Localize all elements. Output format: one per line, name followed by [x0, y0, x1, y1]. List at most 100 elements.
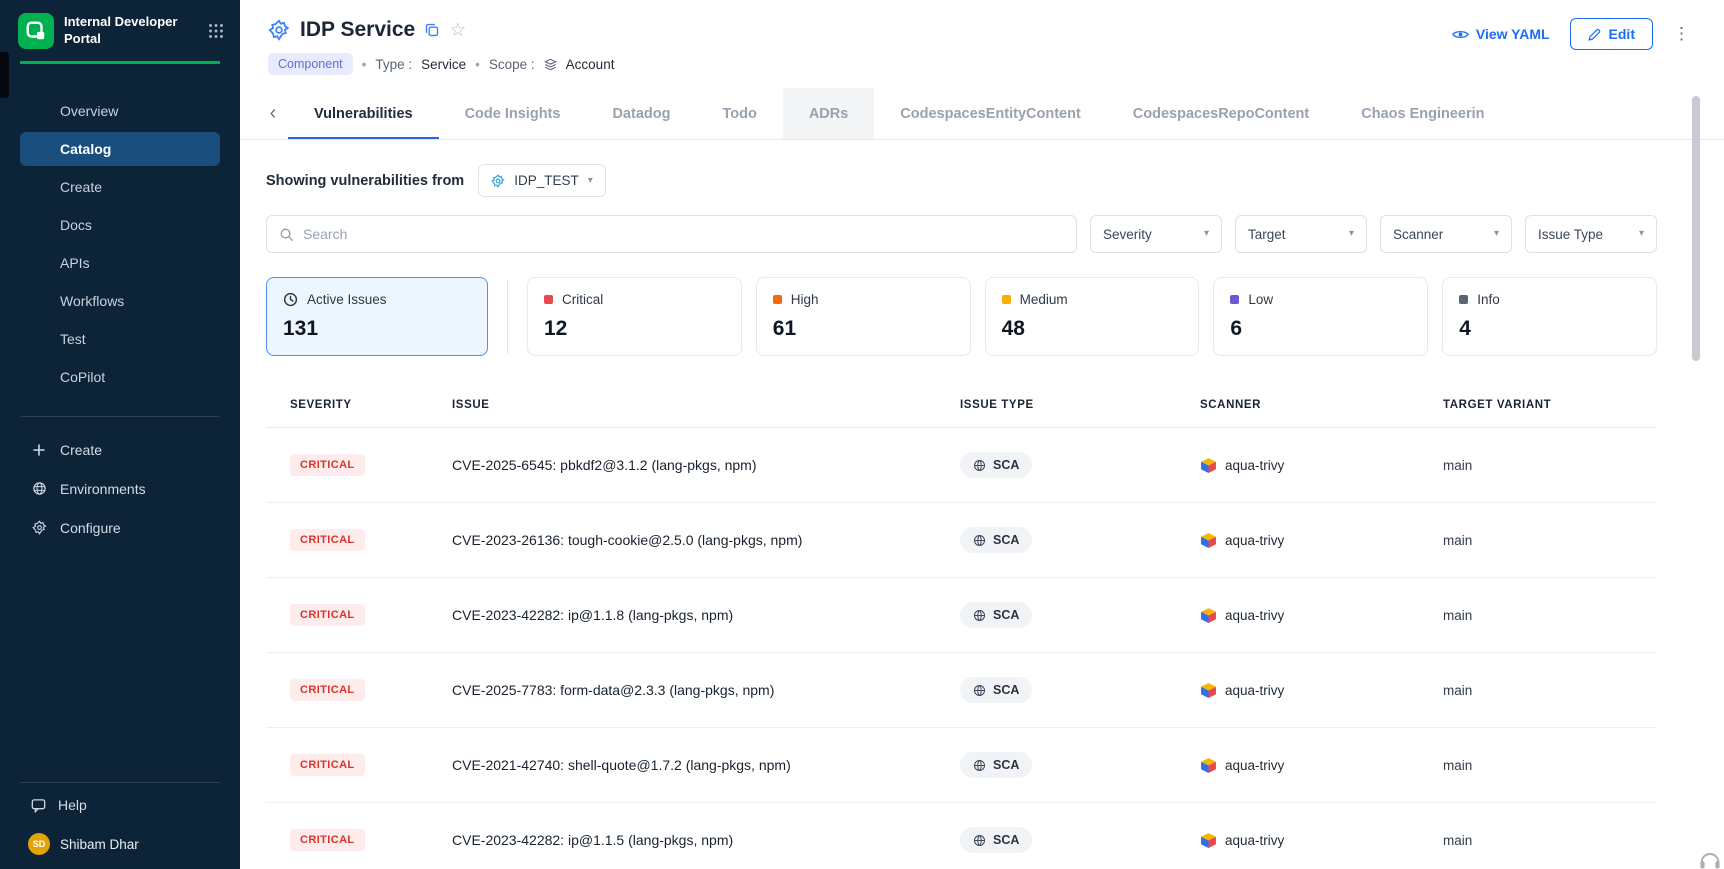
severity-badge: CRITICAL: [290, 529, 365, 551]
aqua-trivy-icon: [1200, 532, 1217, 549]
sidebar-item-overview[interactable]: Overview: [20, 94, 220, 128]
severity-badge: CRITICAL: [290, 604, 365, 626]
create-action[interactable]: Create: [0, 431, 240, 468]
edge-notch: [0, 52, 9, 98]
issue-text: CVE-2023-42282: ip@1.1.8 (lang-pkgs, npm…: [452, 607, 960, 623]
sidebar-item-docs[interactable]: Docs: [20, 208, 220, 242]
brand-accent-rule: [20, 61, 220, 64]
meta-separator: •: [475, 57, 480, 72]
entity-meta: Component • Type : Service • Scope : Acc…: [268, 52, 1690, 76]
filter-scanner[interactable]: Scanner ▾: [1380, 215, 1512, 253]
stats-divider: [507, 279, 508, 354]
stat-value: 12: [544, 317, 725, 341]
aqua-trivy-icon: [1200, 832, 1217, 849]
type-label: Type :: [375, 57, 412, 72]
severity-swatch: [1230, 295, 1239, 304]
tab-bar: ‹ VulnerabilitiesCode InsightsDatadogTod…: [240, 88, 1724, 140]
column-header-target-variant: TARGET VARIANT: [1443, 399, 1633, 411]
help-label: Help: [58, 797, 87, 813]
table-row[interactable]: CRITICAL CVE-2023-42282: ip@1.1.5 (lang-…: [266, 803, 1657, 869]
tab-codespacesentitycontent[interactable]: CodespacesEntityContent: [874, 88, 1106, 139]
table-row[interactable]: CRITICAL CVE-2025-6545: pbkdf2@3.1.2 (la…: [266, 428, 1657, 503]
scope-label: Scope :: [489, 57, 535, 72]
table-row[interactable]: CRITICAL CVE-2021-42740: shell-quote@1.7…: [266, 728, 1657, 803]
stat-value: 131: [283, 317, 471, 341]
chevron-down-icon: ▾: [1639, 229, 1644, 239]
apps-grid-icon[interactable]: [208, 23, 224, 39]
type-value: Service: [421, 57, 466, 72]
search-icon: [279, 227, 294, 242]
chevron-down-icon: ▾: [1494, 229, 1499, 239]
sidebar-divider: [20, 782, 220, 783]
stat-label: Medium: [1020, 292, 1068, 307]
portal-logo-icon: [18, 13, 54, 49]
sidebar-item-create[interactable]: Create: [20, 170, 220, 204]
sca-icon: [973, 834, 986, 847]
sca-icon: [973, 459, 986, 472]
tab-chaos-engineerin[interactable]: Chaos Engineerin: [1335, 88, 1510, 139]
vulnerabilities-table: SEVERITYISSUEISSUE TYPESCANNERTARGET VAR…: [266, 382, 1657, 869]
stat-label: Critical: [562, 292, 603, 307]
user-menu[interactable]: SD Shibam Dhar: [0, 825, 240, 855]
support-headset-icon[interactable]: [1698, 848, 1722, 869]
tab-codespacesrepocontent[interactable]: CodespacesRepoContent: [1107, 88, 1335, 139]
scanner-name: aqua-trivy: [1225, 758, 1284, 773]
sidebar-item-apis[interactable]: APIs: [20, 246, 220, 280]
target-variant: main: [1443, 608, 1633, 623]
table-row[interactable]: CRITICAL CVE-2023-42282: ip@1.1.8 (lang-…: [266, 578, 1657, 653]
filter-severity[interactable]: Severity ▾: [1090, 215, 1222, 253]
stat-value: 61: [773, 317, 954, 341]
entity-select[interactable]: IDP_TEST ▾: [478, 164, 606, 197]
sidebar-item-catalog[interactable]: Catalog: [20, 132, 220, 166]
tab-datadog[interactable]: Datadog: [586, 88, 696, 139]
tab-todo[interactable]: Todo: [696, 88, 782, 139]
view-yaml-button[interactable]: View YAML: [1452, 26, 1550, 42]
table-row[interactable]: CRITICAL CVE-2023-26136: tough-cookie@2.…: [266, 503, 1657, 578]
gear-icon: [31, 520, 47, 535]
filter-issue-type[interactable]: Issue Type ▾: [1525, 215, 1657, 253]
search-box: [266, 215, 1077, 253]
active-issues-card[interactable]: Active Issues 131: [266, 277, 488, 356]
tabs-scroll-left-icon[interactable]: ‹: [258, 88, 288, 139]
target-variant: main: [1443, 758, 1633, 773]
meta-separator: •: [362, 57, 367, 72]
help-button[interactable]: Help: [0, 787, 240, 825]
vertical-scrollbar[interactable]: [1692, 96, 1700, 361]
stat-card-high[interactable]: High 61: [756, 277, 971, 356]
sca-icon: [973, 534, 986, 547]
severity-swatch: [773, 295, 782, 304]
search-input[interactable]: [303, 226, 1064, 242]
scanner-name: aqua-trivy: [1225, 683, 1284, 698]
favorite-star-icon[interactable]: ☆: [449, 21, 466, 40]
stat-card-critical[interactable]: Critical 12: [527, 277, 742, 356]
stat-card-info[interactable]: Info 4: [1442, 277, 1657, 356]
copy-icon[interactable]: [425, 23, 439, 37]
kebab-menu-icon[interactable]: ⋮: [1673, 24, 1690, 44]
environments-action[interactable]: Environments: [0, 470, 240, 507]
aqua-trivy-icon: [1200, 457, 1217, 474]
tab-adrs[interactable]: ADRs: [783, 88, 874, 139]
stats-row: Active Issues 131 Critical 12 High 61 Me…: [266, 277, 1657, 356]
stat-label: Low: [1248, 292, 1273, 307]
stat-card-medium[interactable]: Medium 48: [985, 277, 1200, 356]
tab-vulnerabilities[interactable]: Vulnerabilities: [288, 88, 439, 139]
sidebar-item-workflows[interactable]: Workflows: [20, 284, 220, 318]
brand: Internal Developer Portal: [0, 0, 240, 61]
column-header-issue: ISSUE: [452, 399, 960, 411]
tab-code-insights[interactable]: Code Insights: [439, 88, 587, 139]
issue-type-pill: SCA: [960, 527, 1032, 553]
configure-action[interactable]: Configure: [0, 509, 240, 546]
severity-swatch: [1459, 295, 1468, 304]
edit-button[interactable]: Edit: [1570, 18, 1653, 50]
aqua-trivy-icon: [1200, 757, 1217, 774]
sidebar-item-test[interactable]: Test: [20, 322, 220, 356]
sidebar-item-copilot[interactable]: CoPilot: [20, 360, 220, 394]
chevron-down-icon: ▾: [1349, 229, 1354, 239]
table-row[interactable]: CRITICAL CVE-2025-7783: form-data@2.3.3 …: [266, 653, 1657, 728]
stat-value: 4: [1459, 317, 1640, 341]
scanner-name: aqua-trivy: [1225, 608, 1284, 623]
filters: Severity ▾ Target ▾ Scanner ▾ Issue Type…: [1090, 215, 1657, 253]
filter-target[interactable]: Target ▾: [1235, 215, 1367, 253]
stat-card-low[interactable]: Low 6: [1213, 277, 1428, 356]
chevron-down-icon: ▾: [588, 176, 593, 186]
